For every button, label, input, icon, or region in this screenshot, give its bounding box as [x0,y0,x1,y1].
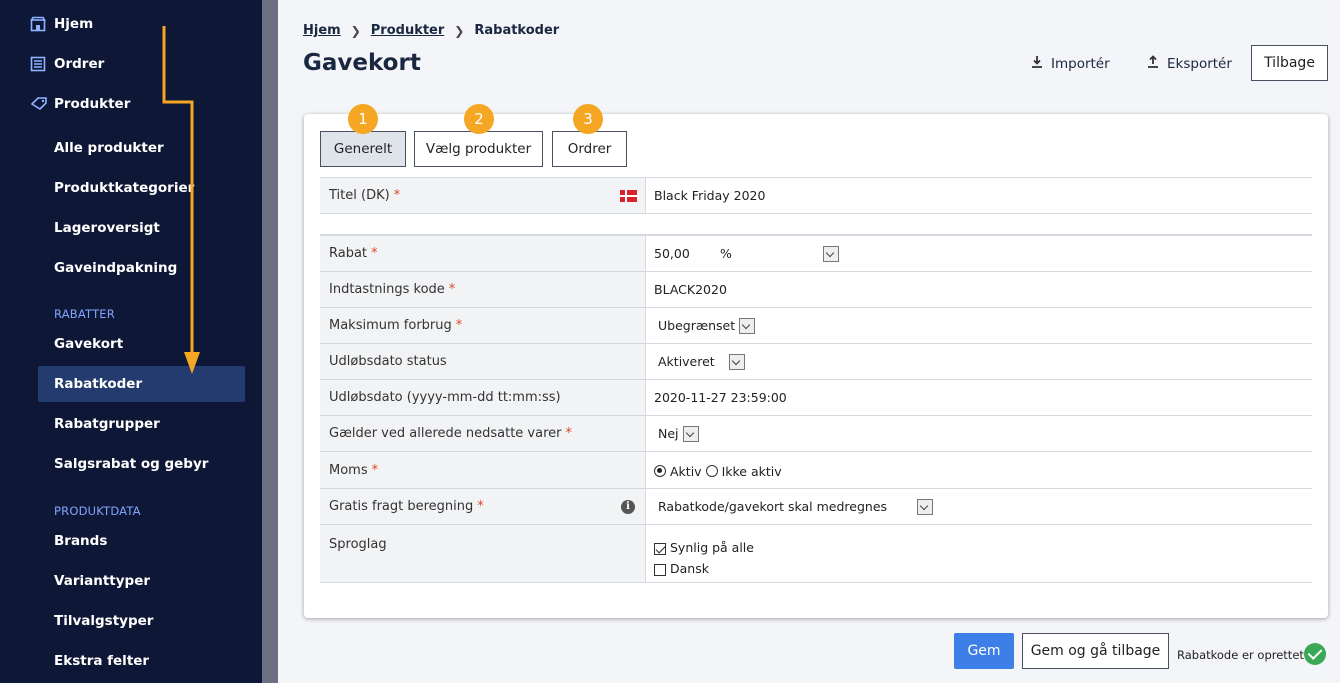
form-row-max-usage: Maksimum forbrug * Ubegrænset [320,307,1312,343]
title-input[interactable]: Black Friday 2020 [654,178,765,213]
field-label: Titel (DK) [329,188,390,203]
sidebar-item-varianttyper[interactable]: Varianttyper [54,573,150,589]
chevron-down-icon [682,425,699,442]
upload-icon [1147,55,1159,72]
chevron-down-icon [739,317,756,334]
list-icon [30,56,46,72]
field-label: Maksimum forbrug [329,318,452,333]
sidebar-item-tilvalgstyper[interactable]: Tilvalgstyper [54,613,153,629]
form-row-code: Indtastnings kode * BLACK2020 [320,271,1312,307]
tab-vaelg-produkter[interactable]: Vælg produkter [414,131,543,167]
tab-generelt[interactable]: Generelt [320,131,406,167]
vat-inactive-label: Ikke aktiv [721,463,782,479]
sidebar-item-brands[interactable]: Brands [54,533,107,549]
sidebar-section-produktdata: PRODUKTDATA [54,504,141,518]
chevron-right-icon: ❯ [350,23,361,38]
form-row-vat: Moms * Aktiv Ikke aktiv [320,451,1312,488]
check-circle-icon [1304,643,1326,665]
form-row-expiry-date: Udløbsdato (yyyy-mm-dd tt:mm:ss) 2020-11… [320,379,1312,415]
field-label: Indtastnings kode [329,282,445,297]
store-icon [30,16,46,32]
breadcrumb-products-link[interactable]: Produkter [371,23,445,38]
form-row-expiry-status: Udløbsdato status Aktiveret [320,343,1312,379]
page-title: Gavekort [303,50,421,76]
expiry-date-input[interactable]: 2020-11-27 23:59:00 [654,380,787,415]
max-usage-select[interactable]: Ubegrænset [658,308,756,343]
sidebar-scrollbar[interactable] [262,0,278,683]
chevron-down-icon[interactable] [823,245,839,262]
import-button[interactable]: Importér [1031,55,1110,72]
code-input[interactable]: BLACK2020 [654,272,727,307]
sidebar-item-alle-produkter[interactable]: Alle produkter [54,140,164,156]
discounted-items-select[interactable]: Nej [658,416,699,451]
sidebar-item-rabatgrupper[interactable]: Rabatgrupper [54,416,160,432]
language-all-option[interactable]: Synlig på alle [654,537,754,558]
field-label: Udløbsdato status [329,354,447,369]
sidebar-item-rabatkoder[interactable]: Rabatkoder [54,376,142,392]
step-badge: 1 [348,104,378,134]
breadcrumb: Hjem ❯ Produkter ❯ Rabatkoder [303,23,559,38]
discount-input[interactable]: 50,00 [654,246,720,261]
chevron-down-icon [728,353,745,370]
save-and-back-button[interactable]: Gem og gå tilbage [1022,633,1169,669]
sidebar-section-rabatter: RABATTER [54,307,115,321]
status-message: Rabatkode er oprettet! [1177,648,1309,662]
sidebar-item-salgsrabat-og-gebyr[interactable]: Salgsrabat og gebyr [54,456,208,472]
step-badge: 3 [573,104,603,134]
language-danish-option[interactable]: Dansk [654,558,754,579]
vat-inactive-radio[interactable] [705,465,718,477]
sidebar-item-gaveindpakning[interactable]: Gaveindpakning [54,260,177,276]
sidebar-item-produktkategorier[interactable]: Produktkategorier [54,180,194,196]
sidebar-item-hjem[interactable]: Hjem [30,16,93,32]
breadcrumb-current: Rabatkoder [474,23,560,38]
vat-active-label: Aktiv [670,463,702,479]
language-all-checkbox[interactable] [654,542,666,555]
form-row-free-shipping: Gratis fragt beregning * i Rabatkode/gave… [320,488,1312,524]
sidebar: Hjem Ordrer Produkter Alle produkter Pro… [0,0,262,683]
save-button[interactable]: Gem [954,633,1014,669]
download-icon [1031,55,1043,72]
chevron-right-icon: ❯ [454,23,465,38]
tab-ordrer[interactable]: Ordrer [552,131,627,167]
form-row-title: Titel (DK) * Black Friday 2020 [320,177,1312,213]
field-label: Gratis fragt beregning [329,499,474,514]
form-row-discounted-items: Gælder ved allerede nedsatte varer * Nej [320,415,1312,451]
field-label: Moms [329,462,368,478]
expiry-status-select[interactable]: Aktiveret [658,344,745,379]
info-icon[interactable]: i [621,499,635,514]
field-label: Sproglag [329,537,387,552]
free-shipping-select[interactable]: Rabatkode/gavekort skal medregnes [658,489,934,524]
export-button[interactable]: Eksportér [1147,55,1232,72]
chevron-down-icon [917,498,934,515]
sidebar-item-produkter[interactable]: Produkter [30,96,130,112]
danish-flag-icon [620,189,637,202]
breadcrumb-home-link[interactable]: Hjem [303,23,341,38]
sidebar-item-lageroversigt[interactable]: Lageroversigt [54,220,160,236]
form-row-discount: Rabat * 50,00 % [320,235,1312,271]
back-button[interactable]: Tilbage [1251,45,1328,81]
tag-icon [30,96,47,112]
form-row-spacer [320,213,1312,235]
sidebar-item-gavekort[interactable]: Gavekort [54,336,123,352]
field-label: Rabat [329,246,368,261]
field-label: Udløbsdato (yyyy-mm-dd tt:mm:ss) [329,390,561,405]
vat-active-radio[interactable] [654,465,666,477]
sidebar-item-ekstra-felter[interactable]: Ekstra felter [54,653,149,669]
field-label: Gælder ved allerede nedsatte varer [329,426,562,441]
step-badge: 2 [464,104,494,134]
form-row-language: Sproglag Synlig på alle Dansk [320,524,1312,583]
language-danish-checkbox[interactable] [654,563,666,576]
discount-unit-select[interactable]: % [720,246,819,261]
sidebar-item-ordrer[interactable]: Ordrer [30,56,104,72]
